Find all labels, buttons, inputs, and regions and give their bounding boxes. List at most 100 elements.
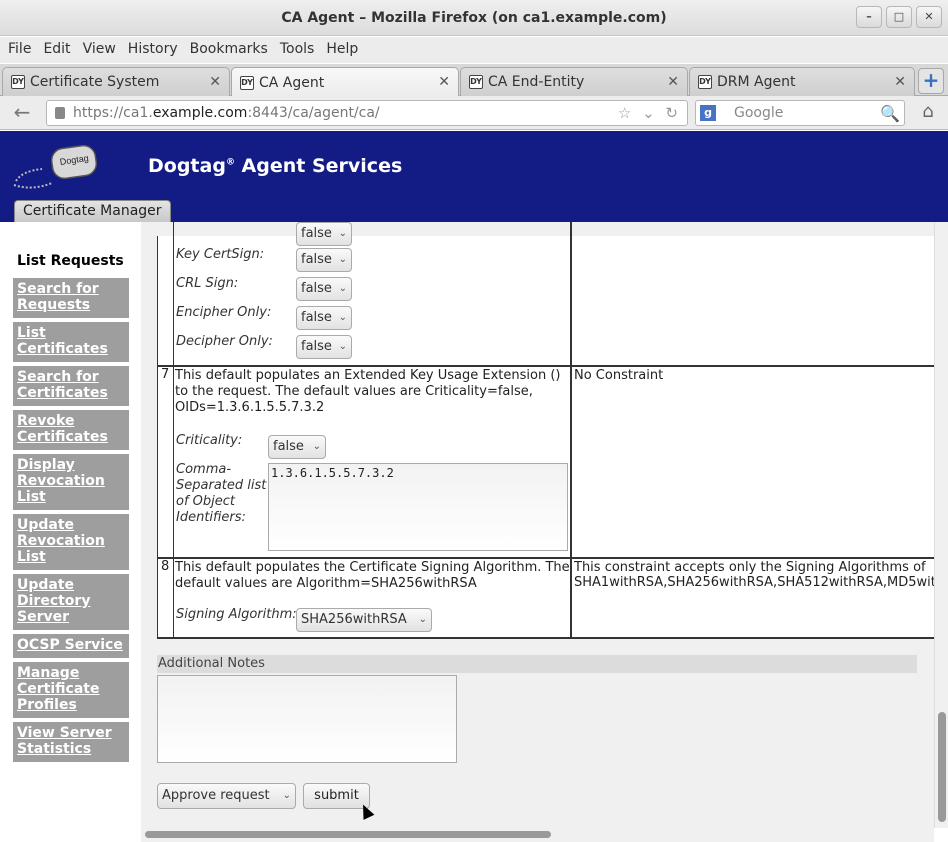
close-tab-icon[interactable]: ✕ — [667, 74, 679, 90]
default-description: This default populates the Certificate S… — [175, 560, 570, 591]
sidebar-item-ocsp-service[interactable]: OCSP Service — [13, 634, 129, 658]
oids-textarea[interactable]: 1.3.6.1.5.5.7.3.2 — [268, 463, 568, 551]
close-window-button[interactable]: ✕ — [916, 6, 942, 28]
chevron-down-icon: ⌄ — [312, 441, 321, 452]
key-certsign-label: Key CertSign: — [176, 247, 265, 262]
bookmark-star-reload-icons[interactable]: ☆ ⌄ ↻ — [618, 101, 681, 125]
horizontal-scrollbar-thumb[interactable] — [145, 831, 551, 838]
default-cell: This default populates an Extended Key U… — [174, 367, 572, 557]
menu-history[interactable]: History — [124, 37, 186, 63]
constraint-cell: No Constraint — [574, 368, 664, 383]
chevron-down-icon: ⌄ — [338, 283, 347, 294]
tab-bar: DY Certificate System ✕ DY CA Agent ✕ DY… — [0, 64, 948, 97]
home-button[interactable]: ⌂ — [914, 100, 942, 126]
minimize-button[interactable]: – — [856, 6, 882, 28]
menu-tools[interactable]: Tools — [276, 37, 323, 63]
default-description: This default populates an Extended Key U… — [175, 368, 561, 415]
tab-label: DRM Agent — [717, 74, 796, 90]
additional-notes-label: Additional Notes — [157, 655, 917, 673]
sidebar: List Requests Search for Requests List C… — [0, 222, 141, 842]
crl-sign-label: CRL Sign: — [176, 276, 239, 291]
constraint-line-1: This constraint accepts only the Signing… — [574, 560, 926, 575]
menu-view[interactable]: View — [79, 37, 124, 63]
row-number — [158, 222, 174, 365]
url-bar[interactable]: https://ca1.example.com:8443/ca/agent/ca… — [46, 100, 688, 126]
signing-algorithm-select[interactable]: SHA256withRSA ⌄ — [296, 608, 432, 632]
default-cell: This default populates the Certificate S… — [174, 559, 572, 637]
back-button[interactable]: ← — [8, 100, 36, 126]
sidebar-item-display-revocation-list[interactable]: Display Revocation List — [13, 454, 129, 510]
main-content: false ⌄ Key CertSign: false ⌄ CRL Sign: fa… — [141, 222, 934, 828]
menu-help[interactable]: Help — [322, 37, 366, 63]
decipher-only-select[interactable]: false ⌄ — [296, 335, 352, 359]
menu-bar: File Edit View History Bookmarks Tools H… — [0, 37, 948, 63]
dogtag-favicon-icon: DY — [469, 75, 483, 89]
table-row-8: 8 This default populates the Certificate… — [158, 559, 934, 639]
chevron-down-icon: ⌄ — [338, 254, 347, 265]
search-input[interactable]: g Google 🔍 — [695, 100, 905, 126]
partial-select[interactable]: false ⌄ — [296, 222, 352, 246]
window-controls: – □ ✕ — [856, 6, 942, 28]
close-tab-icon[interactable]: ✕ — [438, 74, 450, 90]
sidebar-item-view-server-statistics[interactable]: View Server Statistics — [13, 722, 129, 762]
url-prefix: https://ca1. — [73, 105, 153, 121]
sidebar-item-manage-certificate-profiles[interactable]: Manage Certificate Profiles — [13, 662, 129, 718]
menu-file[interactable]: File — [4, 37, 39, 63]
vertical-scrollbar[interactable] — [934, 222, 948, 828]
chevron-down-icon: ⌄ — [338, 312, 347, 323]
menu-edit[interactable]: Edit — [39, 37, 78, 63]
tab-ca-end-entity[interactable]: DY CA End-Entity ✕ — [460, 67, 688, 96]
crl-sign-select[interactable]: false ⌄ — [296, 277, 352, 301]
table-row-7: 7 This default populates an Extended Key… — [158, 367, 934, 559]
dogtag-banner: Dogtag Dogtag® Agent Services Certificat… — [0, 131, 948, 222]
menu-bookmarks[interactable]: Bookmarks — [186, 37, 276, 63]
criticality-select[interactable]: false ⌄ — [268, 435, 326, 459]
dogtag-favicon-icon: DY — [240, 75, 254, 90]
horizontal-scrollbar[interactable] — [141, 828, 934, 842]
chevron-down-icon: ⌄ — [418, 614, 427, 625]
row-number: 7 — [158, 367, 174, 557]
oids-label: Comma-Separated list of Object Identifie… — [176, 462, 267, 525]
tab-certificate-manager[interactable]: Certificate Manager — [14, 200, 171, 222]
tab-label: CA Agent — [259, 74, 325, 91]
additional-notes-textarea[interactable] — [157, 675, 457, 763]
dogtag-favicon-icon: DY — [698, 75, 712, 89]
encipher-only-label: Encipher Only: — [176, 305, 272, 320]
sidebar-item-search-for-certificates[interactable]: Search for Certificates — [13, 366, 129, 406]
dogtag-logo-icon: Dogtag — [13, 144, 98, 189]
close-tab-icon[interactable]: ✕ — [894, 74, 906, 90]
maximize-button[interactable]: □ — [886, 6, 912, 28]
sidebar-item-update-directory-server[interactable]: Update Directory Server — [13, 574, 129, 630]
vertical-scrollbar-thumb[interactable] — [938, 712, 946, 822]
search-placeholder: Google — [734, 105, 784, 121]
sidebar-item-list-certificates[interactable]: List Certificates — [13, 322, 129, 362]
action-select[interactable]: Approve request ⌄ — [157, 783, 296, 809]
dogtag-favicon-icon: DY — [11, 75, 25, 89]
search-icon[interactable]: 🔍 — [880, 102, 900, 126]
tab-label: CA End-Entity — [488, 74, 585, 90]
decipher-only-label: Decipher Only: — [176, 334, 273, 349]
chevron-down-icon: ⌄ — [282, 790, 291, 801]
criticality-label: Criticality: — [176, 433, 243, 448]
default-cell: false ⌄ Key CertSign: false ⌄ CRL Sign: fa… — [174, 222, 572, 365]
tab-ca-agent[interactable]: DY CA Agent ✕ — [231, 67, 459, 97]
window-title: CA Agent – Mozilla Firefox (on ca1.examp… — [281, 10, 667, 26]
sidebar-item-list-requests[interactable]: List Requests — [13, 250, 129, 272]
sidebar-item-update-revocation-list[interactable]: Update Revocation List — [13, 514, 129, 570]
navigation-bar: ← https://ca1.example.com:8443/ca/agent/… — [0, 96, 948, 130]
chevron-down-icon: ⌄ — [338, 228, 347, 239]
window-title-bar: CA Agent – Mozilla Firefox (on ca1.examp… — [0, 0, 948, 36]
signing-algorithm-label: Signing Algorithm: — [176, 607, 297, 622]
sidebar-item-revoke-certificates[interactable]: Revoke Certificates — [13, 410, 129, 450]
tab-drm-agent[interactable]: DY DRM Agent ✕ — [689, 67, 915, 96]
constraint-cell — [574, 222, 934, 365]
tab-certificate-system[interactable]: DY Certificate System ✕ — [2, 67, 230, 96]
table-row-6: false ⌄ Key CertSign: false ⌄ CRL Sign: fa… — [158, 222, 934, 367]
new-tab-button[interactable]: + — [918, 68, 944, 94]
sidebar-item-search-for-requests[interactable]: Search for Requests — [13, 278, 129, 318]
encipher-only-select[interactable]: false ⌄ — [296, 306, 352, 330]
google-search-engine-icon[interactable]: g — [700, 105, 716, 121]
close-tab-icon[interactable]: ✕ — [209, 74, 221, 90]
lock-icon — [55, 107, 65, 119]
key-certsign-select[interactable]: false ⌄ — [296, 248, 352, 272]
